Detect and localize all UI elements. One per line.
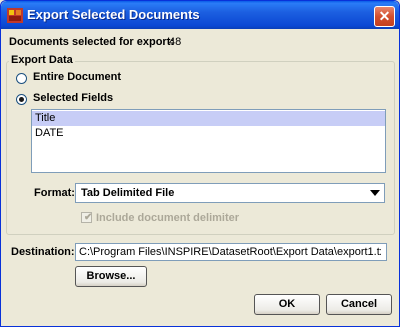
export-data-group-title: Export Data	[9, 54, 75, 66]
format-label: Format:	[34, 187, 75, 199]
documents-selected-count: 48	[169, 36, 182, 48]
app-icon	[7, 8, 23, 23]
documents-selected-label: Documents selected for export:	[9, 36, 175, 48]
entire-document-label[interactable]: Entire Document	[33, 71, 121, 83]
radio-selected-dot	[19, 97, 24, 102]
include-delimiter-label: Include document delimiter	[96, 212, 240, 224]
fields-list[interactable]: Title DATE	[31, 109, 386, 173]
entire-document-radio[interactable]	[16, 73, 27, 84]
list-item[interactable]: Title	[32, 111, 385, 126]
selected-fields-radio[interactable]	[16, 94, 27, 105]
window-title: Export Selected Documents	[27, 7, 200, 22]
selected-fields-label[interactable]: Selected Fields	[33, 92, 113, 104]
close-button[interactable]: ✕	[374, 6, 395, 27]
list-item[interactable]: DATE	[32, 126, 385, 141]
destination-label: Destination:	[11, 246, 75, 258]
destination-input[interactable]	[79, 245, 381, 259]
chevron-down-icon[interactable]	[370, 190, 380, 196]
export-dialog: Export Selected Documents ✕ Documents se…	[0, 0, 400, 327]
browse-button[interactable]: Browse...	[75, 266, 147, 287]
include-delimiter-checkbox[interactable]: ✔	[81, 212, 92, 223]
format-select-value: Tab Delimited File	[81, 187, 175, 199]
cancel-button[interactable]: Cancel	[326, 294, 392, 315]
close-icon: ✕	[378, 8, 391, 24]
format-select[interactable]: Tab Delimited File	[75, 183, 385, 203]
checkmark-icon: ✔	[84, 212, 93, 223]
destination-field[interactable]	[75, 243, 387, 261]
ok-button[interactable]: OK	[254, 294, 320, 315]
title-bar[interactable]: Export Selected Documents ✕	[1, 1, 399, 29]
